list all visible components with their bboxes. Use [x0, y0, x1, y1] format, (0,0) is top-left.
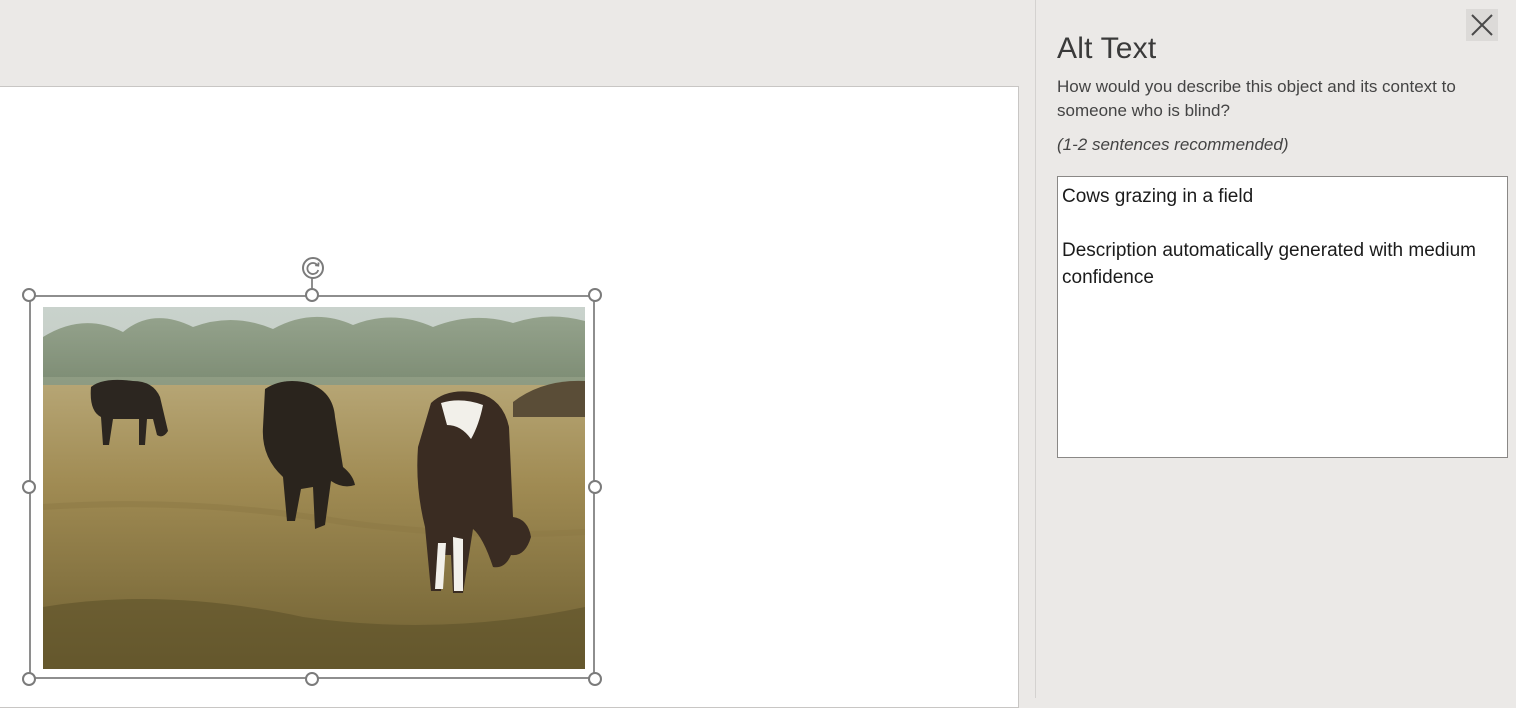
resize-handle-bottom-left[interactable] [22, 672, 36, 686]
alt-text-input[interactable]: Cows grazing in a field Description auto… [1057, 176, 1508, 458]
rotate-handle-icon[interactable] [301, 256, 325, 280]
description-prompt: How would you describe this object and i… [1057, 77, 1456, 120]
resize-handle-top-right[interactable] [588, 288, 602, 302]
resize-handle-top-center[interactable] [305, 288, 319, 302]
resize-handle-middle-left[interactable] [22, 480, 36, 494]
document-canvas [0, 0, 1036, 708]
cows-photo[interactable] [43, 307, 585, 669]
resize-handle-bottom-right[interactable] [588, 672, 602, 686]
close-button[interactable] [1466, 9, 1498, 41]
pane-title: Alt Text [1057, 32, 1157, 66]
resize-handle-middle-right[interactable] [588, 480, 602, 494]
close-icon [1471, 14, 1493, 36]
resize-handle-top-left[interactable] [22, 288, 36, 302]
alt-text-pane: Alt Text How would you describe this obj… [1036, 0, 1516, 698]
resize-handle-bottom-center[interactable] [305, 672, 319, 686]
sentence-hint: (1-2 sentences recommended) [1057, 135, 1289, 154]
